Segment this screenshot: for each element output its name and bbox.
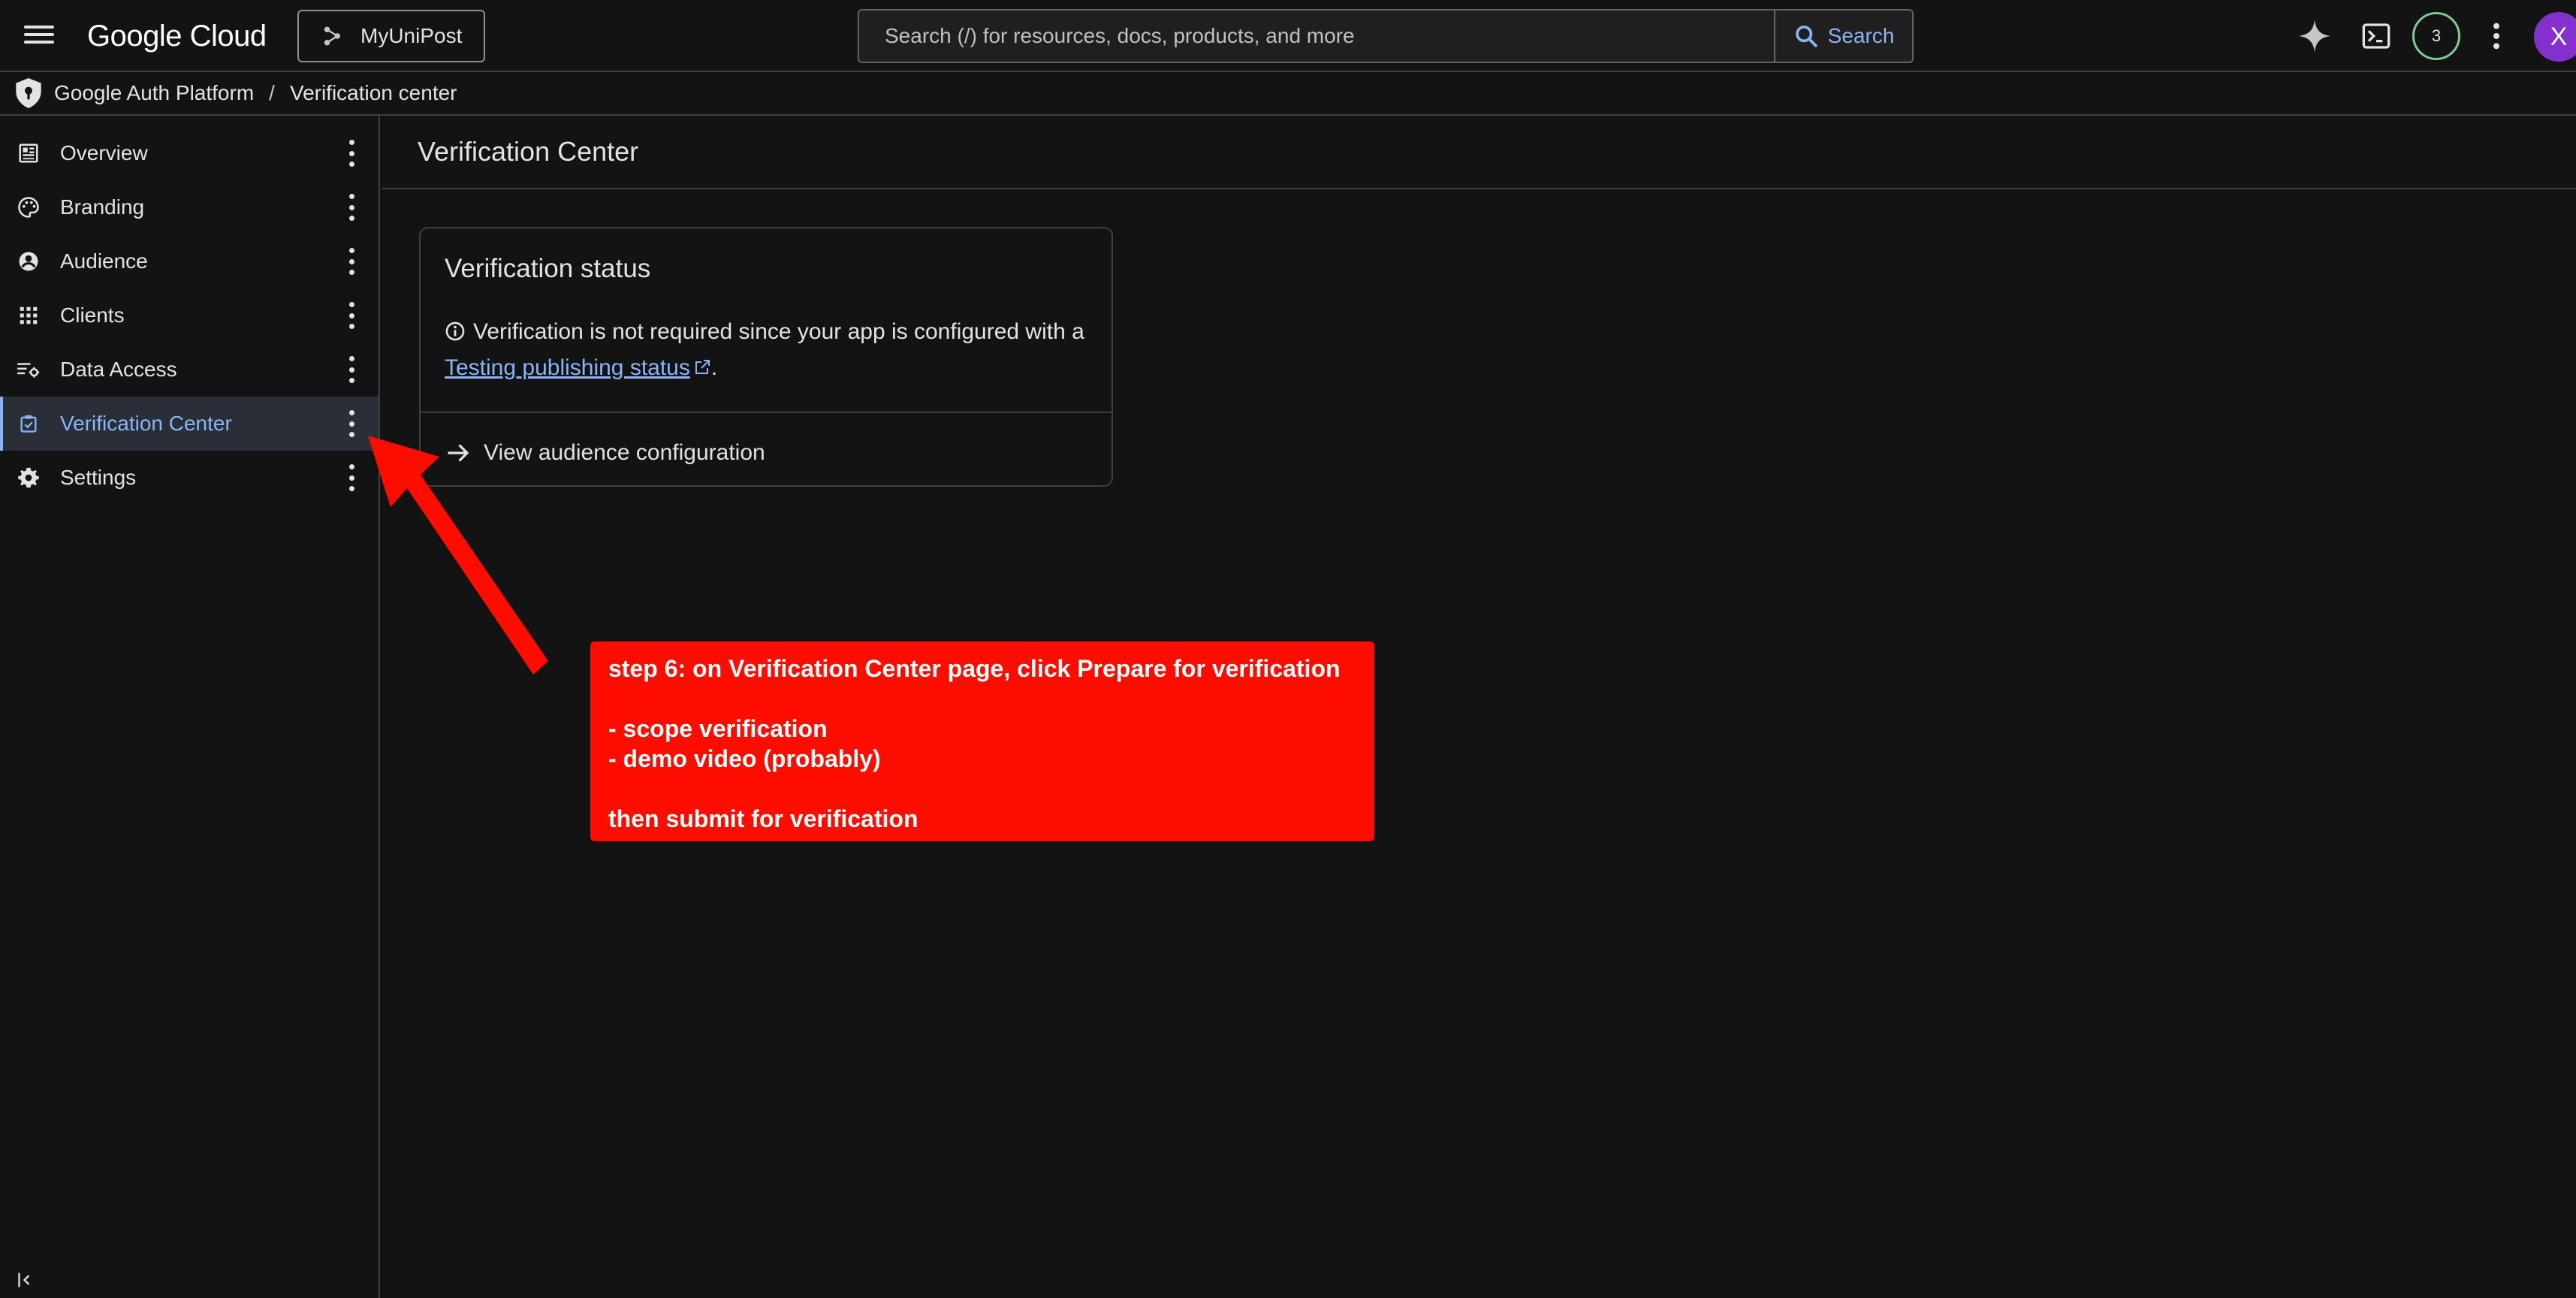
breadcrumb: Google Auth Platform / Verification cent… [0, 72, 2576, 116]
gear-icon [17, 466, 41, 490]
sidebar-item-label: Branding [60, 195, 145, 219]
sidebar-item-data-access[interactable]: Data Access [0, 343, 379, 397]
project-name: MyUniPost [360, 24, 463, 47]
card-title: Verification status [445, 254, 651, 283]
gemini-sparkle-icon[interactable] [2297, 18, 2333, 54]
cloud-shell-terminal-icon[interactable] [2358, 18, 2394, 54]
item-menu-icon[interactable] [345, 194, 357, 221]
sidebar-item-overview[interactable]: Overview [0, 126, 379, 180]
sidebar-item-label: Data Access [60, 358, 177, 381]
top-bar: Google Cloud MyUniPost Search (/) for re… [0, 0, 2576, 72]
annotation-arrow [368, 436, 548, 675]
card-text-after: . [710, 355, 718, 380]
search-icon [1795, 26, 1817, 47]
search-button-label: Search [1827, 24, 1895, 47]
account-circle-icon [17, 249, 41, 273]
breadcrumb-current: Verification center [289, 81, 457, 104]
sidebar-item-label: Verification Center [60, 412, 232, 435]
item-menu-icon[interactable] [345, 302, 357, 329]
account-avatar[interactable]: X [2534, 12, 2576, 62]
page-title: Verification Center [382, 116, 2576, 189]
project-picker-button[interactable]: MyUniPost [297, 10, 485, 62]
more-options-icon[interactable] [2478, 18, 2514, 54]
item-menu-icon[interactable] [345, 410, 357, 437]
main-menu-icon[interactable] [21, 21, 57, 51]
item-menu-icon[interactable] [345, 248, 357, 275]
palette-icon [17, 195, 41, 219]
info-icon [445, 321, 465, 341]
sidebar-item-label: Clients [60, 303, 125, 327]
item-menu-icon[interactable] [345, 140, 357, 167]
testing-publishing-status-link[interactable]: Testing publishing status [445, 355, 690, 380]
sidebar-item-clients[interactable]: Clients [0, 288, 379, 343]
shield-keyhole-icon [16, 78, 41, 108]
notifications-count-badge[interactable]: 3 [2412, 12, 2460, 60]
breadcrumb-separator: / [269, 81, 275, 104]
sidebar-item-settings[interactable]: Settings [0, 451, 379, 505]
item-menu-icon[interactable] [345, 464, 357, 491]
project-nodes-icon [324, 26, 340, 46]
apps-grid-icon [17, 303, 41, 328]
sidebar-item-label: Settings [60, 466, 137, 489]
sidebar-item-verification-center[interactable]: Verification Center [0, 397, 379, 451]
dashboard-icon [17, 141, 41, 165]
external-link-icon [695, 360, 710, 374]
sidebar-item-label: Overview [60, 141, 148, 165]
sidebar-item-branding[interactable]: Branding [0, 180, 379, 234]
card-body: Verification is not required since your … [445, 314, 1090, 386]
card-divider [421, 412, 1112, 413]
search-bar: Search [858, 9, 1914, 63]
search-button[interactable]: Search [1774, 11, 1912, 62]
annotation-note: step 6: on Verification Center page, cli… [590, 641, 1374, 841]
collapse-sidebar-icon[interactable] [17, 1269, 38, 1290]
sidebar: Overview Branding Audience Clients Data … [0, 116, 380, 1298]
item-menu-icon[interactable] [345, 356, 357, 383]
sidebar-item-label: Audience [60, 249, 148, 273]
breadcrumb-root[interactable]: Google Auth Platform [54, 81, 254, 105]
tune-list-icon [17, 358, 41, 382]
card-text-before: Verification is not required since your … [473, 319, 1084, 344]
google-cloud-logo[interactable]: Google Cloud [87, 15, 267, 57]
verified-check-icon [17, 412, 41, 436]
sidebar-item-audience[interactable]: Audience [0, 234, 379, 288]
search-input[interactable] [859, 11, 1774, 62]
